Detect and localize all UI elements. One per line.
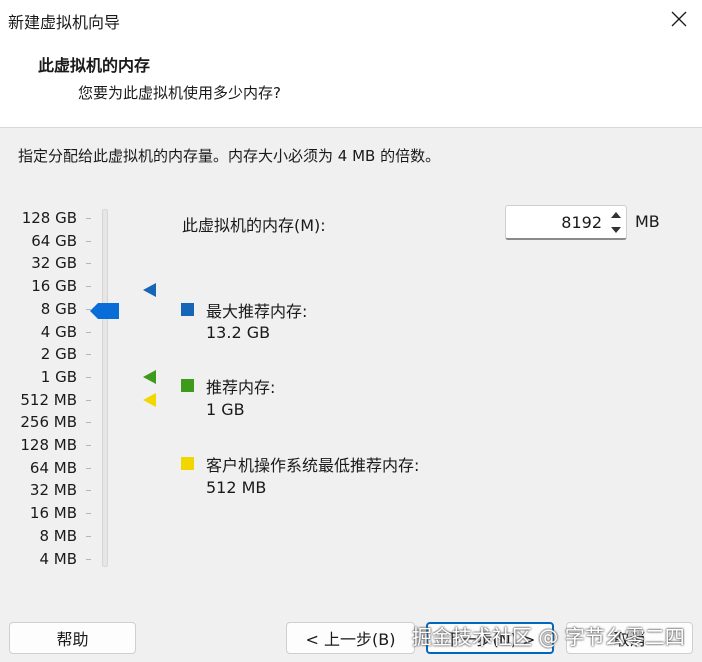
wizard-header: 此虚拟机的内存 您要为此虚拟机使用多少内存? — [0, 38, 702, 128]
scale-label: 32 GB — [31, 254, 77, 273]
scale-tick — [86, 376, 91, 378]
scale-label: 128 MB — [20, 436, 77, 454]
scale-label: 256 MB — [20, 413, 77, 432]
close-button[interactable] — [656, 0, 702, 38]
caret-down-icon — [611, 226, 621, 233]
scale-tick — [86, 240, 91, 242]
scale-tick — [86, 535, 91, 537]
help-button[interactable]: 帮助 — [9, 622, 136, 654]
spin-down-button[interactable] — [607, 222, 625, 237]
minimum-marker-icon — [143, 393, 156, 407]
scale-tick — [86, 422, 91, 424]
scale-label: 8 MB — [39, 526, 77, 545]
max-legend-value: 13.2 GB — [206, 323, 271, 342]
scale-label: 16 MB — [29, 504, 77, 523]
scale-tick — [86, 513, 91, 515]
scale-tick — [86, 399, 91, 401]
scale-tick — [86, 490, 91, 492]
scale-tick — [86, 467, 91, 469]
max-legend-swatch — [181, 303, 194, 316]
scale-label: 64 GB — [31, 231, 77, 250]
scale-label: 4 MB — [39, 549, 77, 568]
memory-spinbox[interactable] — [505, 205, 627, 240]
scale-label: 2 GB — [40, 345, 77, 364]
memory-input[interactable] — [510, 206, 604, 238]
scale-label: 8 GB — [40, 299, 77, 318]
watermark-text: 掘金技术社区 @ 字节幺零二四 — [412, 625, 685, 649]
scale-tick — [86, 331, 91, 333]
minimum-legend-value: 512 MB — [206, 478, 267, 497]
caret-up-icon — [611, 211, 621, 218]
window-title: 新建虚拟机向导 — [8, 13, 121, 32]
wizard-body: 指定分配给此虚拟机的内存量。内存大小必须为 4 MB 的倍数。 128 GB 64… — [0, 129, 702, 662]
spin-up-button[interactable] — [607, 207, 625, 222]
scale-tick — [86, 218, 91, 219]
scale-label: 64 MB — [29, 458, 77, 477]
scale-label: 128 GB — [21, 209, 77, 227]
max-recommended-marker-icon — [143, 283, 156, 297]
scale-label: 1 GB — [40, 367, 77, 386]
scale-tick — [86, 354, 91, 356]
recommended-legend-value: 1 GB — [206, 400, 245, 419]
recommended-legend-label: 推荐内存: — [206, 378, 276, 397]
memory-unit: MB — [635, 212, 660, 231]
scale-label: 4 GB — [40, 322, 77, 341]
title-bar: 新建虚拟机向导 — [0, 0, 702, 38]
scale-tick — [86, 263, 91, 265]
page-title: 此虚拟机的内存 — [38, 56, 151, 75]
recommended-marker-icon — [143, 370, 156, 384]
max-legend-label: 最大推荐内存: — [206, 302, 308, 321]
scale-label: 16 GB — [31, 277, 77, 296]
memory-slider-thumb[interactable] — [90, 303, 119, 319]
recommended-legend-swatch — [181, 379, 194, 392]
scale-tick — [86, 445, 91, 446]
back-button[interactable]: < 上一步(B) — [286, 622, 415, 654]
scale-tick — [86, 558, 91, 560]
memory-label: 此虚拟机的内存(M): — [182, 216, 326, 235]
instruction-text: 指定分配给此虚拟机的内存量。内存大小必须为 4 MB 的倍数。 — [18, 147, 441, 165]
minimum-legend-label: 客户机操作系统最低推荐内存: — [206, 456, 420, 475]
close-icon — [671, 11, 687, 27]
page-subtitle: 您要为此虚拟机使用多少内存? — [78, 84, 281, 102]
scale-tick — [86, 286, 91, 288]
scale-label: 32 MB — [29, 481, 77, 500]
minimum-legend-swatch — [181, 457, 194, 470]
scale-label: 512 MB — [20, 390, 77, 409]
memory-slider-track[interactable] — [102, 209, 108, 567]
